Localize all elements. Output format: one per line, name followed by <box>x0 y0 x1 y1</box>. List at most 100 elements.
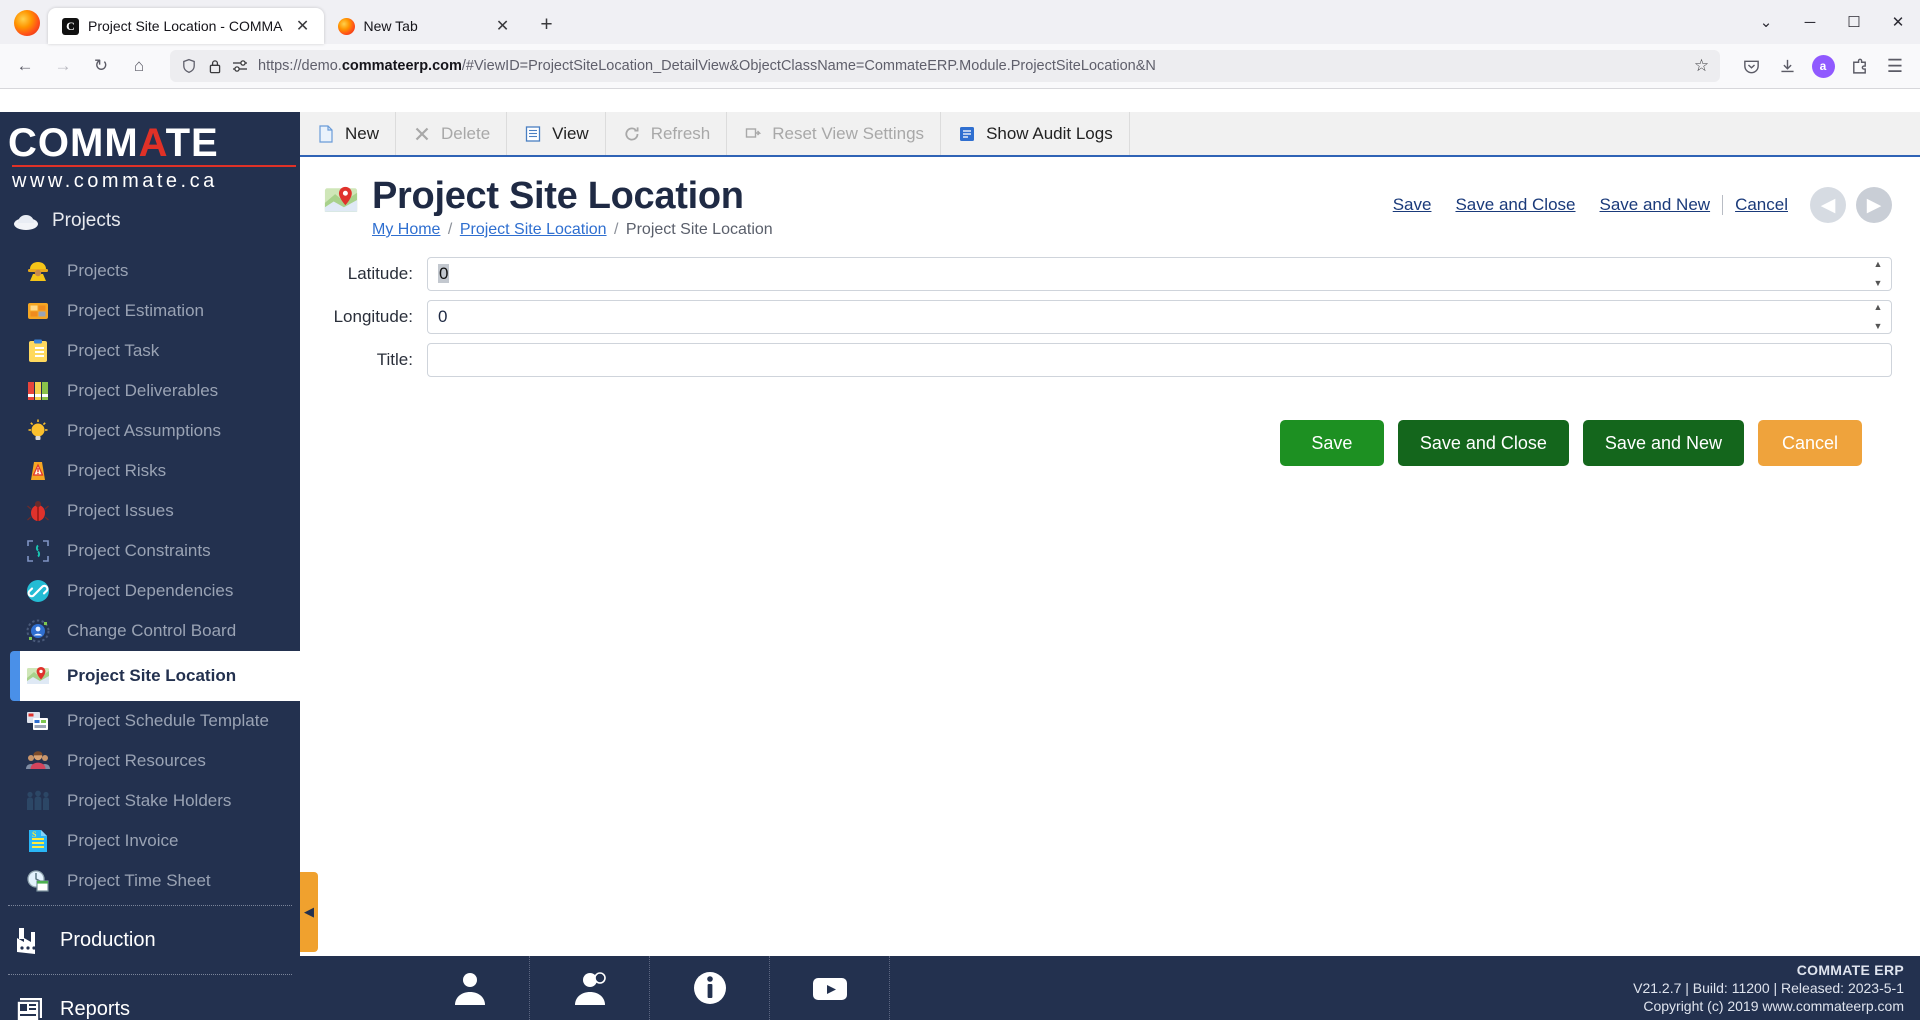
hamburger-menu-icon[interactable]: ☰ <box>1878 50 1912 82</box>
sidebar-item-project-risks[interactable]: Project Risks <box>0 451 300 491</box>
latitude-value: 0 <box>438 264 450 283</box>
window-close-icon[interactable]: ✕ <box>1876 0 1920 44</box>
footer-info-button[interactable] <box>650 956 770 1020</box>
latitude-spinner[interactable]: ▲ ▼ <box>1871 260 1885 288</box>
bookmark-star-icon[interactable]: ☆ <box>1693 56 1710 75</box>
breadcrumb-current: Project Site Location <box>625 221 773 238</box>
pocket-icon[interactable] <box>1734 50 1768 82</box>
title-input[interactable] <box>427 343 1892 377</box>
save-button[interactable]: Save <box>1279 420 1384 466</box>
account-avatar: a <box>1811 54 1835 78</box>
spinner-up-icon[interactable]: ▲ <box>1874 303 1883 312</box>
top-link-cancel[interactable]: Cancel <box>1722 195 1800 215</box>
footer-contact-button[interactable] <box>530 956 650 1020</box>
spinner-down-icon[interactable]: ▼ <box>1874 279 1883 288</box>
cancel-button[interactable]: Cancel <box>1758 420 1862 466</box>
breadcrumb-link-my-home[interactable]: My Home <box>372 221 440 238</box>
toolbar-refresh-button[interactable]: Refresh <box>606 112 728 155</box>
sidebar-item-change-control-board[interactable]: Change Control Board <box>0 611 300 651</box>
longitude-input[interactable]: 0 <box>427 300 1892 334</box>
longitude-spinner[interactable]: ▲ ▼ <box>1871 303 1885 331</box>
browser-tab-active[interactable]: C Project Site Location - COMMA ✕ <box>48 8 324 44</box>
title-label: Title: <box>376 350 413 369</box>
worker-icon <box>25 258 51 284</box>
sidebar-item-project-deliverables[interactable]: Project Deliverables <box>0 371 300 411</box>
audit-icon <box>957 124 977 144</box>
sidebar-item-project-stake-holders[interactable]: Project Stake Holders <box>0 781 300 821</box>
sidebar-item-project-schedule-template[interactable]: Project Schedule Template <box>0 701 300 741</box>
toolbar-delete-button[interactable]: Delete <box>396 112 508 155</box>
page-title: Project Site Location <box>372 175 744 217</box>
sidebar-item-project-assumptions[interactable]: Project Assumptions <box>0 411 300 451</box>
extensions-icon[interactable] <box>1842 50 1876 82</box>
previous-record-button[interactable]: ◀ <box>1810 187 1846 223</box>
home-button-icon[interactable]: ⌂ <box>122 50 156 82</box>
spinner-down-icon[interactable]: ▼ <box>1874 322 1883 331</box>
sidebar-divider <box>8 905 292 906</box>
constraint-icon <box>25 538 51 564</box>
sidebar-item-label: Project Estimation <box>67 301 204 320</box>
sidebar-item-project-task[interactable]: Project Task <box>0 331 300 371</box>
firefox-logo-icon <box>14 10 40 36</box>
footer-support-button[interactable] <box>410 956 530 1020</box>
sidebar-item-project-issues[interactable]: Project Issues <box>0 491 300 531</box>
latitude-input[interactable]: 0 <box>427 257 1892 291</box>
toolbar-view-button[interactable]: View <box>507 112 606 155</box>
sidebar-group-projects[interactable]: Projects <box>0 197 300 245</box>
info-icon <box>687 965 733 1011</box>
window-minimize-icon[interactable]: ─ <box>1788 0 1832 44</box>
sidebar-item-label: Project Schedule Template <box>67 711 269 730</box>
binders-icon <box>25 378 51 404</box>
new-tab-button[interactable]: + <box>532 10 562 40</box>
reload-button-icon[interactable]: ↻ <box>84 50 118 82</box>
factory-icon <box>14 924 46 956</box>
sidebar-collapse-button[interactable]: ◀ <box>300 872 318 952</box>
sidebar-section-reports[interactable]: Reports <box>0 979 300 1020</box>
window-controls: ⌄ ─ ☐ ✕ <box>1744 0 1920 44</box>
sidebar-item-project-resources[interactable]: Project Resources <box>0 741 300 781</box>
breadcrumb-link-project-site-location[interactable]: Project Site Location <box>460 221 607 238</box>
control-board-icon <box>25 618 51 644</box>
account-badge[interactable]: a <box>1806 50 1840 82</box>
spinner-up-icon[interactable]: ▲ <box>1874 260 1883 269</box>
sidebar-section-production[interactable]: Production <box>0 910 300 970</box>
toolbar-new-button[interactable]: New <box>300 112 397 155</box>
permissions-icon[interactable] <box>232 58 249 75</box>
top-link-save-and-new[interactable]: Save and New <box>1588 195 1723 215</box>
tab-close-icon[interactable]: ✕ <box>292 15 314 37</box>
back-button-icon[interactable]: ← <box>8 50 42 82</box>
footer-youtube-button[interactable] <box>770 956 890 1020</box>
sidebar-section-label: Reports <box>60 997 131 1020</box>
sidebar-item-project-site-location[interactable]: Project Site Location <box>10 651 300 701</box>
window-maximize-icon[interactable]: ☐ <box>1832 0 1876 44</box>
tab-close-icon[interactable]: ✕ <box>492 15 514 37</box>
sidebar-item-project-constraints[interactable]: Project Constraints <box>0 531 300 571</box>
downloads-icon[interactable] <box>1770 50 1804 82</box>
lock-icon[interactable] <box>206 58 223 75</box>
sidebar-item-project-estimation[interactable]: Project Estimation <box>0 291 300 331</box>
toolbar-button-label: View <box>552 123 589 143</box>
shield-icon[interactable] <box>180 58 197 75</box>
firefox-favicon-icon <box>337 17 355 35</box>
lightbulb-icon <box>25 418 51 444</box>
next-record-button[interactable]: ▶ <box>1856 187 1892 223</box>
toolbar-show-audit-logs-button[interactable]: Show Audit Logs <box>941 112 1130 155</box>
tab-list-chevron-down-icon[interactable]: ⌄ <box>1744 0 1788 44</box>
sidebar-item-projects[interactable]: Projects <box>0 251 300 291</box>
top-link-save-and-close[interactable]: Save and Close <box>1443 195 1587 215</box>
url-domain: commateerp.com <box>341 58 462 74</box>
save-and-new-button[interactable]: Save and New <box>1582 420 1744 466</box>
toolbar-reset-view-settings-button[interactable]: Reset View Settings <box>727 112 942 155</box>
browser-tab-newtab[interactable]: New Tab ✕ <box>324 8 524 44</box>
commate-favicon-icon: C <box>62 17 79 35</box>
url-bar[interactable]: https://demo.commateerp.com/#ViewID=Proj… <box>170 50 1720 82</box>
top-link-save[interactable]: Save <box>1381 195 1444 215</box>
sidebar-divider <box>8 974 292 975</box>
forward-button-icon[interactable]: → <box>46 50 80 82</box>
sidebar-item-project-invoice[interactable]: S Project Invoice <box>0 821 300 861</box>
url-text[interactable]: https://demo.commateerp.com/#ViewID=Proj… <box>258 58 1684 74</box>
save-and-close-button[interactable]: Save and Close <box>1397 420 1569 466</box>
sidebar-item-project-dependencies[interactable]: Project Dependencies <box>0 571 300 611</box>
page-header: Project Site Location My Home / Project … <box>300 157 1920 239</box>
sidebar-item-project-time-sheet[interactable]: Project Time Sheet <box>0 861 300 901</box>
